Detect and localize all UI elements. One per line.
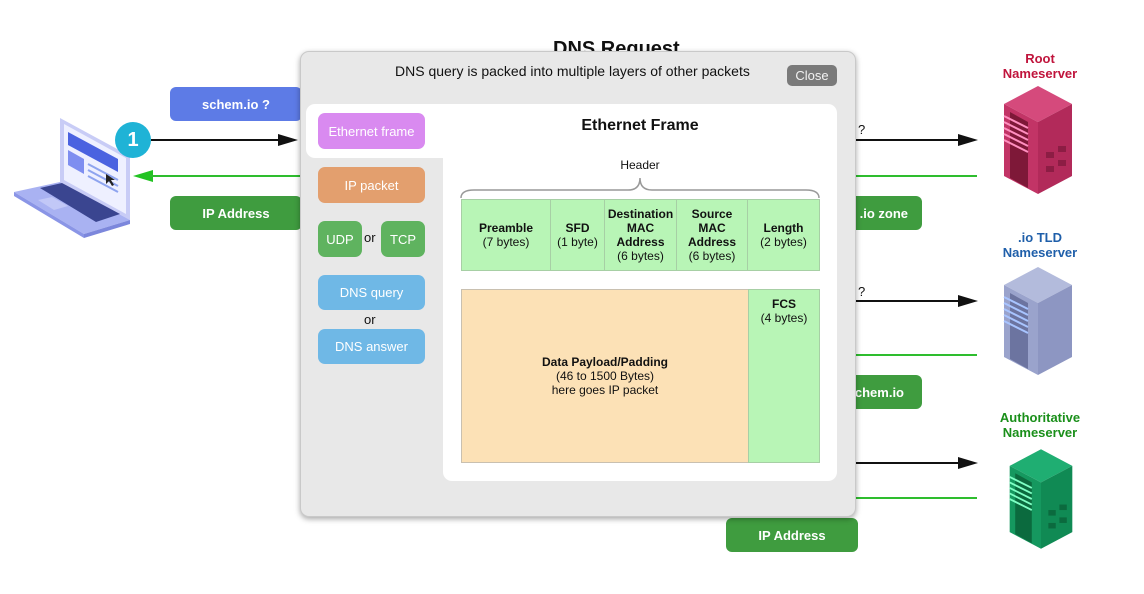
query-domain-label: schem.io ? bbox=[170, 87, 302, 121]
laptop-icon bbox=[14, 118, 130, 238]
src-mac-size: (6 bytes) bbox=[688, 249, 736, 263]
root-label-line1: Root bbox=[1025, 51, 1055, 66]
root-label-line2: Nameserver bbox=[1002, 66, 1078, 81]
header-label: Header bbox=[620, 158, 660, 172]
root-nameserver-label: Root Nameserver bbox=[980, 51, 1100, 81]
tld-request-line bbox=[855, 300, 960, 302]
auth-request-arrowhead bbox=[958, 457, 978, 469]
length-name: Length bbox=[763, 221, 804, 235]
field-preamble: Preamble (7 bytes) bbox=[461, 199, 551, 271]
root-request-line bbox=[855, 139, 960, 141]
modal-heading: DNS query is packed into multiple layers… bbox=[395, 63, 750, 79]
tld-response-line bbox=[855, 354, 977, 356]
fcs-name: FCS bbox=[772, 297, 796, 311]
auth-response-line bbox=[855, 497, 977, 499]
auth-label-line1: Authoritative bbox=[999, 410, 1081, 425]
response-arrow-line bbox=[150, 175, 300, 177]
or-transport-label: or bbox=[364, 230, 376, 245]
sfd-size: (1 byte) bbox=[557, 235, 598, 249]
auth-request-line bbox=[855, 462, 960, 464]
tld-nameserver-label: .io TLD Nameserver bbox=[980, 230, 1100, 260]
dest-mac-size: (6 bytes) bbox=[617, 249, 664, 263]
tab-ip-packet[interactable]: IP packet bbox=[318, 167, 425, 203]
field-fcs: FCS (4 bytes) bbox=[748, 289, 820, 463]
field-source-mac: Source MAC Address (6 bytes) bbox=[676, 199, 748, 271]
payload-name: Data Payload/Padding bbox=[541, 355, 669, 369]
dest-mac-line2: MAC bbox=[626, 221, 655, 235]
request-arrow-line bbox=[151, 139, 281, 141]
dest-mac-line3: Address bbox=[616, 235, 665, 249]
authoritative-nameserver-label: Authoritative Nameserver bbox=[980, 410, 1100, 440]
dest-mac-line1: Destination bbox=[607, 207, 674, 221]
payload-note: here goes IP packet bbox=[551, 383, 659, 397]
field-length: Length (2 bytes) bbox=[747, 199, 820, 271]
field-data-payload: Data Payload/Padding (46 to 1500 Bytes) … bbox=[461, 289, 749, 463]
auth-ip-address-label: IP Address bbox=[726, 518, 858, 552]
src-mac-line2: MAC bbox=[698, 221, 726, 235]
tab-ethernet-frame[interactable]: Ethernet frame bbox=[318, 113, 425, 149]
tab-udp[interactable]: UDP bbox=[318, 221, 362, 257]
tld-query-mark: ? bbox=[858, 284, 866, 299]
authoritative-server-icon bbox=[1009, 449, 1073, 549]
root-server-icon bbox=[1003, 86, 1072, 194]
payload-size: (46 to 1500 Bytes) bbox=[555, 369, 655, 383]
tld-label-line1: .io TLD bbox=[1017, 230, 1063, 245]
length-size: (2 bytes) bbox=[760, 235, 807, 249]
request-arrow-head bbox=[278, 134, 298, 146]
src-mac-line3: Address bbox=[687, 235, 737, 249]
field-destination-mac: Destination MAC Address (6 bytes) bbox=[604, 199, 677, 271]
tab-dns-answer[interactable]: DNS answer bbox=[318, 329, 425, 364]
field-sfd: SFD (1 byte) bbox=[550, 199, 605, 271]
header-brace bbox=[460, 177, 820, 199]
auth-label-line2: Nameserver bbox=[1002, 425, 1078, 440]
step-number-badge: 1 bbox=[115, 122, 151, 158]
tab-tcp[interactable]: TCP bbox=[381, 221, 425, 257]
close-button[interactable]: Close bbox=[787, 65, 837, 86]
or-dns-label: or bbox=[364, 312, 376, 327]
sfd-name: SFD bbox=[565, 221, 590, 235]
frame-title: Ethernet Frame bbox=[581, 117, 699, 134]
tld-label-line2: Nameserver bbox=[1002, 245, 1078, 260]
root-response-line bbox=[855, 175, 977, 177]
preamble-name: Preamble bbox=[478, 221, 534, 235]
tld-server-icon bbox=[1003, 267, 1072, 375]
preamble-size: (7 bytes) bbox=[482, 235, 530, 249]
tab-dns-query[interactable]: DNS query bbox=[318, 275, 425, 310]
root-request-arrowhead bbox=[958, 134, 978, 146]
ip-address-label: IP Address bbox=[170, 196, 302, 230]
fcs-size: (4 bytes) bbox=[760, 311, 808, 325]
tld-request-arrowhead bbox=[958, 295, 978, 307]
root-query-mark: ? bbox=[858, 122, 866, 137]
src-mac-line1: Source bbox=[691, 207, 733, 221]
